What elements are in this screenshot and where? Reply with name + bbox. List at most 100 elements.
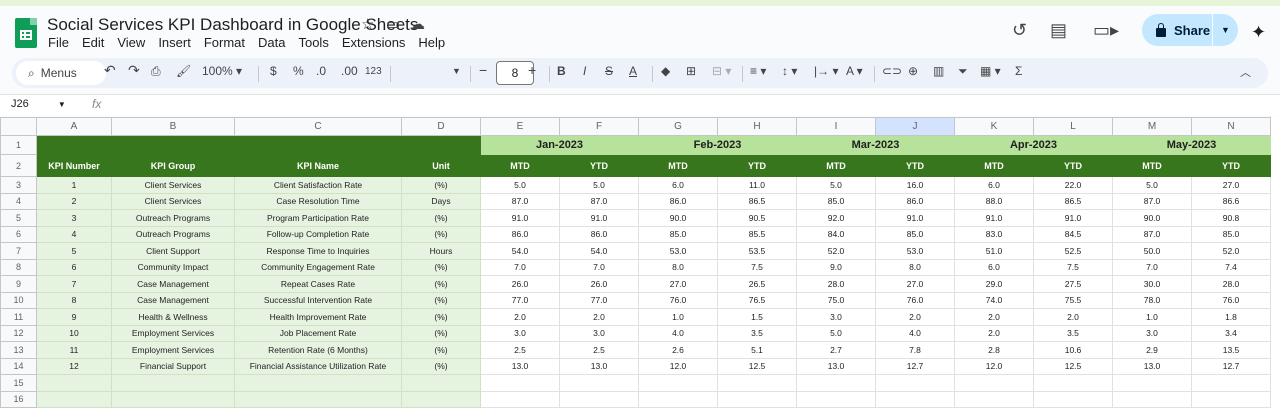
value-cell[interactable]: 91.0 bbox=[954, 209, 1034, 227]
paint-format-icon[interactable]: 🖌 bbox=[176, 64, 191, 78]
value-cell[interactable]: 6.0 bbox=[954, 258, 1034, 276]
menu-edit[interactable]: Edit bbox=[82, 35, 104, 50]
value-cell[interactable]: 2.0 bbox=[1033, 308, 1113, 326]
collapse-toolbar-icon[interactable]: ︿ bbox=[1240, 64, 1251, 80]
unit-cell[interactable]: (%) bbox=[401, 258, 481, 276]
value-cell[interactable]: 77.0 bbox=[480, 291, 560, 309]
value-cell[interactable]: 1.5 bbox=[717, 308, 797, 326]
empty-cell[interactable] bbox=[36, 390, 112, 408]
kpi-group-cell[interactable]: Client Services bbox=[111, 192, 235, 210]
column-header-m[interactable]: M bbox=[1112, 117, 1192, 136]
zoom-select[interactable]: 100% ▾ bbox=[202, 64, 242, 78]
empty-cell[interactable] bbox=[234, 374, 402, 392]
value-cell[interactable]: 12.5 bbox=[717, 357, 797, 375]
more-formats-button[interactable]: 123 bbox=[365, 66, 382, 77]
empty-cell[interactable] bbox=[480, 374, 560, 392]
empty-cell[interactable] bbox=[559, 374, 639, 392]
column-header-l[interactable]: L bbox=[1033, 117, 1113, 136]
value-cell[interactable]: 86.5 bbox=[1033, 192, 1113, 210]
fill-color-icon[interactable]: ◆ bbox=[661, 64, 670, 78]
header-mtd[interactable]: MTD bbox=[1112, 154, 1192, 177]
value-cell[interactable]: 54.0 bbox=[559, 242, 639, 260]
value-cell[interactable]: 7.0 bbox=[1112, 258, 1192, 276]
value-cell[interactable]: 6.0 bbox=[638, 176, 718, 194]
value-cell[interactable]: 3.5 bbox=[1033, 324, 1113, 342]
value-cell[interactable]: 86.0 bbox=[638, 192, 718, 210]
value-cell[interactable]: 5.0 bbox=[1112, 176, 1192, 194]
value-cell[interactable]: 22.0 bbox=[1033, 176, 1113, 194]
kpi-name-cell[interactable]: Response Time to Inquiries bbox=[234, 242, 402, 260]
value-cell[interactable]: 13.5 bbox=[1191, 341, 1271, 359]
column-header-b[interactable]: B bbox=[111, 117, 235, 136]
value-cell[interactable]: 76.0 bbox=[638, 291, 718, 309]
value-cell[interactable]: 2.0 bbox=[480, 308, 560, 326]
empty-cell[interactable] bbox=[954, 390, 1034, 408]
italic-icon[interactable]: I bbox=[583, 64, 586, 78]
value-cell[interactable]: 6.0 bbox=[954, 176, 1034, 194]
empty-cell[interactable] bbox=[1033, 374, 1113, 392]
redo-icon[interactable]: ↷ bbox=[128, 62, 140, 79]
value-cell[interactable]: 11.0 bbox=[717, 176, 797, 194]
kpi-number-cell[interactable]: 12 bbox=[36, 357, 112, 375]
menu-data[interactable]: Data bbox=[258, 35, 285, 50]
row-header[interactable]: 14 bbox=[0, 357, 37, 375]
menu-tools[interactable]: Tools bbox=[298, 35, 328, 50]
kpi-number-cell[interactable]: 9 bbox=[36, 308, 112, 326]
spreadsheet-grid[interactable]: A B C D E F G H I J K L M N 1 Jan-2023 Feb-2023 Mar-2023 A… bbox=[0, 117, 1280, 412]
insert-chart-icon[interactable]: ▥ bbox=[933, 64, 944, 78]
value-cell[interactable]: 7.5 bbox=[717, 258, 797, 276]
row-header[interactable]: 12 bbox=[0, 324, 37, 342]
value-cell[interactable]: 30.0 bbox=[1112, 275, 1192, 293]
value-cell[interactable]: 3.5 bbox=[717, 324, 797, 342]
unit-cell[interactable]: Hours bbox=[401, 242, 481, 260]
empty-cell[interactable] bbox=[401, 374, 481, 392]
name-box-dropdown-icon[interactable]: ▼ bbox=[58, 100, 66, 109]
value-cell[interactable]: 86.5 bbox=[717, 192, 797, 210]
kpi-group-cell[interactable]: Community Impact bbox=[111, 258, 235, 276]
column-header-c[interactable]: C bbox=[234, 117, 402, 136]
value-cell[interactable]: 90.5 bbox=[717, 209, 797, 227]
empty-cell[interactable] bbox=[638, 374, 718, 392]
column-header-g[interactable]: G bbox=[638, 117, 718, 136]
value-cell[interactable]: 3.0 bbox=[480, 324, 560, 342]
percent-format-button[interactable]: % bbox=[293, 64, 304, 78]
value-cell[interactable]: 2.0 bbox=[954, 324, 1034, 342]
value-cell[interactable]: 86.0 bbox=[559, 225, 639, 243]
value-cell[interactable]: 13.0 bbox=[1112, 357, 1192, 375]
empty-cell[interactable] bbox=[559, 390, 639, 408]
empty-cell[interactable] bbox=[234, 390, 402, 408]
share-button[interactable]: Share ▼ bbox=[1142, 14, 1238, 46]
menu-format[interactable]: Format bbox=[204, 35, 245, 50]
value-cell[interactable]: 77.0 bbox=[559, 291, 639, 309]
empty-cell[interactable] bbox=[36, 374, 112, 392]
column-header-n[interactable]: N bbox=[1191, 117, 1271, 136]
value-cell[interactable]: 4.0 bbox=[638, 324, 718, 342]
sheets-logo-icon[interactable] bbox=[15, 18, 37, 48]
value-cell[interactable]: 85.5 bbox=[717, 225, 797, 243]
month-header[interactable]: Apr-2023 bbox=[954, 135, 1113, 155]
empty-cell[interactable] bbox=[111, 374, 235, 392]
share-dropdown-icon[interactable]: ▼ bbox=[1213, 25, 1238, 35]
value-cell[interactable]: 5.1 bbox=[717, 341, 797, 359]
header-ytd[interactable]: YTD bbox=[717, 154, 797, 177]
value-cell[interactable]: 50.0 bbox=[1112, 242, 1192, 260]
unit-cell[interactable]: (%) bbox=[401, 176, 481, 194]
month-header[interactable]: Mar-2023 bbox=[796, 135, 955, 155]
empty-cell[interactable] bbox=[796, 374, 876, 392]
vertical-align-icon[interactable]: ↕ ▾ bbox=[782, 64, 797, 78]
value-cell[interactable]: 7.5 bbox=[1033, 258, 1113, 276]
value-cell[interactable]: 5.0 bbox=[480, 176, 560, 194]
value-cell[interactable]: 91.0 bbox=[559, 209, 639, 227]
menus-search-button[interactable]: ⌕ Menus bbox=[16, 61, 106, 85]
unit-cell[interactable]: Days bbox=[401, 192, 481, 210]
unit-cell[interactable]: (%) bbox=[401, 275, 481, 293]
empty-cell[interactable] bbox=[1191, 374, 1271, 392]
insert-comment-icon[interactable]: ⊕ bbox=[908, 64, 918, 78]
header-kpi-number[interactable]: KPI Number bbox=[36, 154, 112, 177]
value-cell[interactable]: 52.0 bbox=[1191, 242, 1271, 260]
kpi-group-cell[interactable]: Case Management bbox=[111, 291, 235, 309]
comments-icon[interactable]: ▤ bbox=[1050, 20, 1067, 41]
text-rotation-icon[interactable]: A ▾ bbox=[846, 64, 863, 78]
row-header[interactable]: 11 bbox=[0, 308, 37, 326]
empty-cell[interactable] bbox=[717, 374, 797, 392]
